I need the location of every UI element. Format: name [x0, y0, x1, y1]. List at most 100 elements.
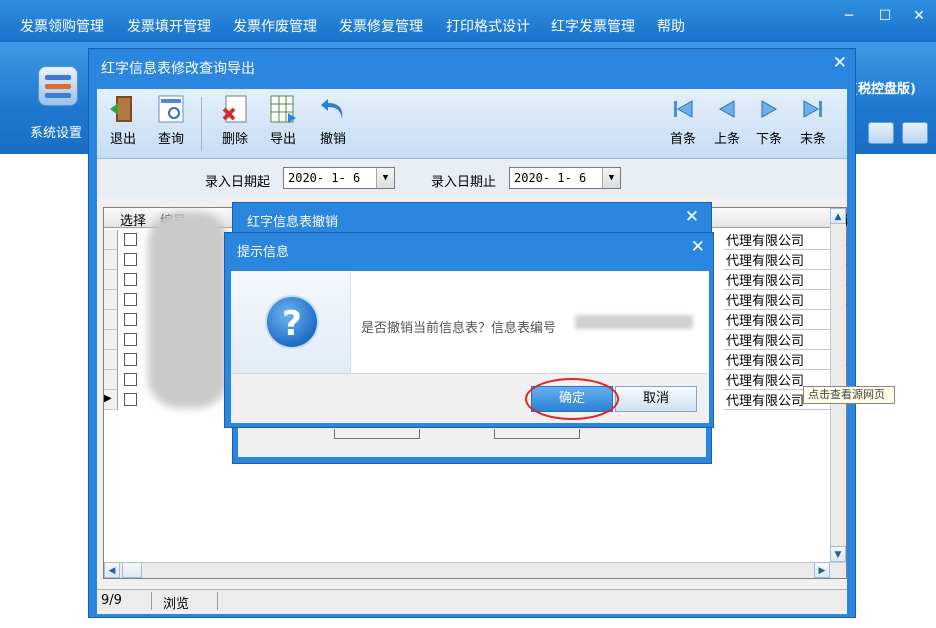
last-label: 末条: [799, 132, 826, 147]
seller-company-cell[interactable]: 代理有限公司: [724, 350, 832, 370]
row-header[interactable]: [104, 230, 118, 250]
row-header[interactable]: [104, 290, 118, 310]
menu-invoice-purchase[interactable]: 发票领购管理: [20, 16, 104, 36]
exit-button[interactable]: 退出: [101, 93, 145, 147]
row-checkbox[interactable]: [124, 333, 137, 346]
close-window-button[interactable]: ✕: [833, 53, 847, 73]
prev-record-button[interactable]: 上条: [705, 93, 749, 147]
redacted-table-number: [575, 315, 693, 329]
minimize-button[interactable]: ─: [836, 6, 862, 28]
delete-button[interactable]: 删除: [213, 93, 257, 147]
seller-company-cell[interactable]: 代理有限公司: [724, 310, 832, 330]
scroll-right-icon[interactable]: ▶: [814, 562, 830, 578]
row-header[interactable]: ▶: [104, 390, 118, 410]
chevron-down-icon[interactable]: ▼: [376, 168, 394, 188]
seller-company-cell[interactable]: 代理有限公司: [724, 270, 832, 290]
question-icon-panel: ?: [231, 271, 351, 373]
scroll-up-icon[interactable]: ▲: [830, 208, 846, 224]
toolbar-separator: [201, 97, 202, 151]
query-button[interactable]: 查询: [149, 93, 193, 147]
hidden-button[interactable]: [494, 429, 580, 439]
scroll-thumb[interactable]: [122, 562, 142, 578]
scroll-down-icon[interactable]: ▼: [830, 546, 846, 562]
toolbar: 退出 查询 删除 导出 撤销 首条 上条 下条 末条: [97, 89, 847, 159]
row-header[interactable]: [104, 310, 118, 330]
menu-print-format[interactable]: 打印格式设计: [446, 16, 530, 36]
status-separator: [151, 592, 152, 610]
row-checkbox[interactable]: [124, 253, 137, 266]
menu-invoice-repair[interactable]: 发票修复管理: [339, 16, 423, 36]
row-checkbox[interactable]: [124, 373, 137, 386]
date-filter-row: 录入日期起 2020- 1- 6 ▼ 录入日期止 2020- 1- 6 ▼: [97, 159, 847, 197]
browse-mode: 浏览: [163, 597, 190, 612]
row-header[interactable]: [104, 350, 118, 370]
exit-icon: [110, 96, 132, 122]
undo-button[interactable]: 撤销: [311, 93, 355, 147]
horizontal-scrollbar[interactable]: ◀ ▶: [104, 562, 846, 578]
prompt-dialog: 提示信息 ✕ ? 是否撤销当前信息表？信息表编号 确定 取消: [224, 232, 714, 428]
brand-suffix: (税控盘版): [852, 82, 916, 97]
close-app-button[interactable]: ✕: [906, 6, 932, 28]
tooltip: 点击查看源网页: [803, 386, 895, 404]
first-label: 首条: [669, 132, 696, 147]
undo-icon: [321, 99, 343, 119]
row-checkbox[interactable]: [124, 293, 137, 306]
menu-red-invoice[interactable]: 红字发票管理: [551, 16, 635, 36]
system-settings-icon[interactable]: [38, 66, 78, 106]
menu-help[interactable]: 帮助: [657, 16, 685, 36]
first-record-button[interactable]: 首条: [661, 93, 705, 147]
system-settings-label[interactable]: 系统设置: [26, 122, 86, 141]
row-header[interactable]: [104, 370, 118, 390]
first-icon: [674, 100, 693, 118]
start-date-label: 录入日期起: [205, 175, 271, 190]
row-checkbox[interactable]: [124, 233, 137, 246]
exit-label: 退出: [109, 132, 136, 147]
query-icon: [158, 95, 184, 123]
redacted-number-column: [148, 212, 228, 408]
delete-icon: [222, 95, 247, 123]
folder-icon[interactable]: [868, 122, 894, 144]
row-header[interactable]: [104, 270, 118, 290]
menu-invoice-issue[interactable]: 发票填开管理: [127, 16, 211, 36]
row-checkbox[interactable]: [124, 353, 137, 366]
next-icon: [761, 100, 778, 118]
next-record-button[interactable]: 下条: [747, 93, 791, 147]
seller-company-cell[interactable]: 代理有限公司: [724, 250, 832, 270]
undo-label: 撤销: [319, 132, 346, 147]
last-icon: [803, 100, 822, 118]
query-label: 查询: [157, 132, 184, 147]
column-select[interactable]: 选择: [120, 210, 146, 229]
scroll-left-icon[interactable]: ◀: [104, 562, 120, 578]
row-header[interactable]: [104, 250, 118, 270]
window-title: 红字信息表修改查询导出: [101, 61, 255, 77]
seller-company-cell[interactable]: 代理有限公司: [724, 330, 832, 350]
cancel-button[interactable]: 取消: [615, 386, 697, 412]
highlight-ring: [525, 378, 619, 420]
chevron-down-icon[interactable]: ▼: [602, 168, 620, 188]
close-prompt-dialog-button[interactable]: ✕: [691, 237, 705, 257]
menu-invoice-void[interactable]: 发票作废管理: [233, 16, 317, 36]
status-bar: 9/9 浏览: [97, 589, 847, 612]
end-date-picker[interactable]: 2020- 1- 6 ▼: [509, 167, 621, 189]
close-revoke-dialog-button[interactable]: ✕: [685, 207, 699, 227]
start-date-picker[interactable]: 2020- 1- 6 ▼: [283, 167, 395, 189]
row-checkbox[interactable]: [124, 393, 137, 406]
clipboard-icon[interactable]: [902, 122, 928, 144]
end-date-label: 录入日期止: [431, 175, 497, 190]
revoke-dialog-title: 红字信息表撤销: [247, 215, 339, 230]
next-label: 下条: [755, 132, 782, 147]
row-checkbox[interactable]: [124, 273, 137, 286]
row-header[interactable]: [104, 330, 118, 350]
export-icon: [270, 95, 296, 123]
prompt-dialog-footer: 确定 取消: [231, 373, 709, 423]
row-checkbox[interactable]: [124, 313, 137, 326]
hidden-button[interactable]: [334, 429, 420, 439]
maximize-button[interactable]: ☐: [872, 6, 898, 28]
seller-company-cell[interactable]: 代理有限公司: [724, 230, 832, 250]
question-icon: ?: [265, 295, 319, 349]
seller-company-cell[interactable]: 代理有限公司: [724, 290, 832, 310]
prompt-dialog-title: 提示信息: [237, 245, 290, 260]
prev-label: 上条: [713, 132, 740, 147]
export-button[interactable]: 导出: [261, 93, 305, 147]
last-record-button[interactable]: 末条: [791, 93, 835, 147]
